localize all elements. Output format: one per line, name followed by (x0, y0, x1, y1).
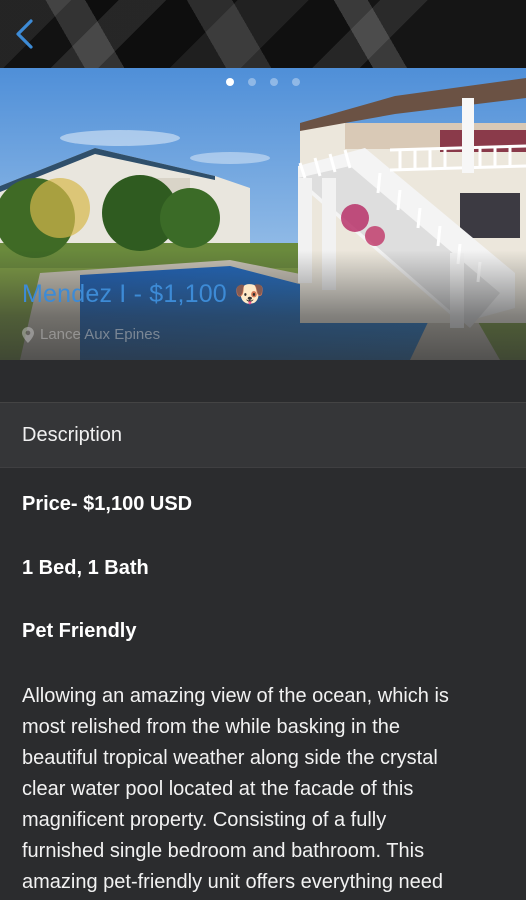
listing-title: Mendez I - $1,100 🐶 (22, 280, 265, 309)
carousel-dot-3[interactable] (270, 78, 278, 86)
listing-location: Lance Aux Epines (22, 326, 160, 343)
description-line: clear water pool located at the facade o… (22, 778, 414, 800)
hero-photo[interactable]: Mendez I - $1,100 🐶 Lance Aux Epines (0, 68, 526, 360)
description-line: magnificent property. Consisting of a fu… (22, 809, 387, 831)
description-heading: Description (22, 423, 123, 446)
top-bar (0, 0, 526, 68)
description-body: Allowing an amazing view of the ocean, w… (22, 681, 512, 898)
carousel-indicator[interactable] (0, 78, 526, 86)
carousel-dot-4[interactable] (292, 78, 300, 86)
description-line: amazing pet-friendly unit offers everyth… (22, 871, 443, 893)
carousel-dot-1[interactable] (226, 78, 234, 86)
chevron-left-icon (16, 19, 33, 49)
description-line: Allowing an amazing view of the ocean, w… (22, 685, 449, 707)
back-button[interactable] (8, 16, 40, 52)
listing-screen: Mendez I - $1,100 🐶 Lance Aux Epines Des… (0, 0, 526, 900)
rooms-line: 1 Bed, 1 Bath (22, 557, 149, 579)
location-text: Lance Aux Epines (40, 326, 161, 343)
location-pin-icon (22, 326, 34, 343)
price-line: Price- $1,100 USD (22, 493, 193, 515)
dog-emoji-icon: 🐶 (234, 281, 266, 308)
description-line: most relished from the while basking in … (22, 716, 400, 738)
spacer (0, 360, 526, 402)
carousel-dot-2[interactable] (248, 78, 256, 86)
pet-friendly-line: Pet Friendly (22, 620, 137, 642)
description-line: furnished single bedroom and bathroom. T… (22, 840, 425, 862)
listing-title-text: Mendez I - $1,100 (22, 280, 227, 308)
description-line: beautiful tropical weather along side th… (22, 747, 438, 769)
description-header: Description (0, 402, 526, 468)
